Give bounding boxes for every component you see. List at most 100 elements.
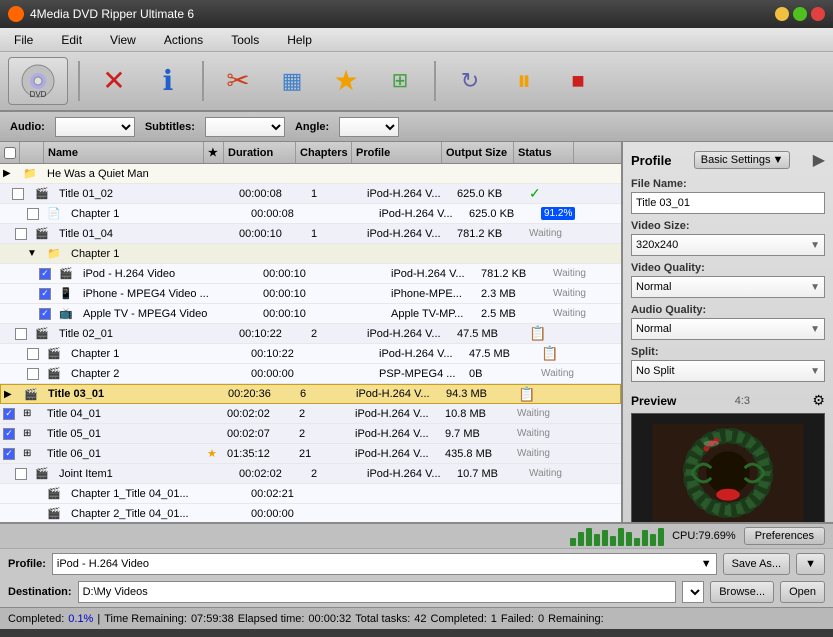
table-row[interactable]: 🎬 Chapter 1_Title 04_01... 00:02:21 [0, 484, 621, 504]
destination-select[interactable] [682, 581, 704, 603]
profile-cell [376, 244, 466, 263]
minimize-button[interactable] [775, 7, 789, 21]
size-cell: 625.0 KB [454, 184, 526, 203]
pause-button[interactable]: ⏸ [500, 57, 548, 105]
elapsed-label: Elapsed time: [238, 613, 305, 625]
expand-icon[interactable]: ▶ [4, 389, 16, 400]
settings-label: Basic Settings [701, 154, 771, 166]
col-header-duration[interactable]: Duration [224, 142, 296, 163]
remaining-label: Remaining: [548, 613, 604, 625]
table-row[interactable]: ⊞ Title 06_01 ★ 01:35:12 21 iPod-H.264 V… [0, 444, 621, 464]
row-checkbox[interactable] [3, 428, 15, 440]
close-button[interactable] [811, 7, 825, 21]
star-cell [204, 404, 224, 423]
open-button[interactable]: Open [780, 581, 825, 603]
maximize-button[interactable] [793, 7, 807, 21]
row-checkbox[interactable] [27, 368, 39, 380]
expand-icon[interactable]: ⊞ [20, 404, 44, 423]
col-header-size[interactable]: Output Size [442, 142, 514, 163]
audio-select[interactable] [55, 117, 135, 137]
table-row[interactable]: 📺 Apple TV - MPEG4 Video 00:00:10 Apple … [0, 304, 621, 324]
table-row[interactable]: ▶ 📁 He Was a Quiet Man [0, 164, 621, 184]
status-waiting: Waiting [553, 288, 586, 299]
select-all-checkbox[interactable] [4, 147, 16, 159]
file-icon: 🎬 [32, 464, 56, 483]
menu-tools[interactable]: Tools [225, 31, 265, 49]
video-quality-label: Video Quality: [631, 262, 825, 274]
table-row[interactable]: 🎬 Chapter 1 00:10:22 iPod-H.264 V... 47.… [0, 344, 621, 364]
table-row[interactable]: 📱 iPhone - MPEG4 Video ... 00:00:10 iPho… [0, 284, 621, 304]
cut-button[interactable]: ✂ [214, 57, 262, 105]
save-as-button[interactable]: Save As... [723, 553, 791, 575]
watermark-button[interactable]: ★ [322, 57, 370, 105]
add-subtitle-button[interactable]: ⊞ [376, 57, 424, 105]
chapters-cell: 6 [297, 385, 353, 403]
expand-icon[interactable]: ▼ [27, 248, 39, 259]
preferences-button[interactable]: Preferences [744, 527, 825, 545]
col-header-status[interactable]: Status [514, 142, 574, 163]
menu-file[interactable]: File [8, 31, 39, 49]
destination-input[interactable] [78, 581, 677, 603]
menu-edit[interactable]: Edit [55, 31, 88, 49]
convert-button[interactable]: ↻ [446, 57, 494, 105]
table-row[interactable]: 🎬 Title 01_04 00:00:10 1 iPod-H.264 V...… [0, 224, 621, 244]
row-checkbox[interactable] [15, 468, 27, 480]
col-header-name[interactable]: Name [44, 142, 204, 163]
row-checkbox[interactable] [3, 448, 15, 460]
file-icon: 📺 [56, 304, 80, 323]
expand-icon[interactable]: ⊞ [20, 444, 44, 463]
video-size-select[interactable]: 320x240 ▼ [631, 234, 825, 256]
profile-select[interactable]: iPod - H.264 Video ▼ [52, 553, 717, 575]
menu-view[interactable]: View [104, 31, 142, 49]
table-row[interactable]: ⊞ Title 05_01 00:02:07 2 iPod-H.264 V...… [0, 424, 621, 444]
row-checkbox[interactable] [39, 288, 51, 300]
table-row[interactable]: ▼ 📁 Chapter 1 [0, 244, 621, 264]
chapters-cell [332, 284, 388, 303]
menu-help[interactable]: Help [281, 31, 318, 49]
menu-actions[interactable]: Actions [158, 31, 209, 49]
table-row[interactable]: 🎬 iPod - H.264 Video 00:00:10 iPod-H.264… [0, 264, 621, 284]
row-checkbox[interactable] [3, 408, 15, 420]
split-select[interactable]: No Split ▼ [631, 360, 825, 382]
col-header-chapters[interactable]: Chapters [296, 142, 352, 163]
row-checkbox[interactable] [15, 228, 27, 240]
star-cell [205, 385, 225, 403]
row-checkbox[interactable] [39, 268, 51, 280]
browse-button[interactable]: Browse... [710, 581, 774, 603]
dvd-button[interactable]: DVD [8, 57, 68, 105]
subtitles-select[interactable] [205, 117, 285, 137]
dropdown-arrow-icon: ▼ [810, 324, 820, 335]
info-button[interactable]: ℹ [144, 57, 192, 105]
row-checkbox[interactable] [39, 308, 51, 320]
table-row[interactable]: 🎬 Chapter 2 00:00:00 PSP-MPEG4 ... 0B Wa… [0, 364, 621, 384]
audio-quality-select[interactable]: Normal ▼ [631, 318, 825, 340]
table-row[interactable]: 🎬 Title 02_01 00:10:22 2 iPod-H.264 V...… [0, 324, 621, 344]
remove-button[interactable]: ✕ [90, 57, 138, 105]
col-header-profile[interactable]: Profile [352, 142, 442, 163]
effect-button[interactable]: ▦ [268, 57, 316, 105]
preview-options-icon[interactable]: ⚙ [812, 392, 825, 409]
forward-icon[interactable]: ▶ [813, 150, 825, 170]
duration-cell: 00:00:08 [248, 204, 320, 223]
video-quality-value: Normal [636, 281, 671, 293]
table-row[interactable]: 📄 Chapter 1 00:00:08 iPod-H.264 V... 625… [0, 204, 621, 224]
table-row[interactable]: ⊞ Title 04_01 00:02:02 2 iPod-H.264 V...… [0, 404, 621, 424]
expand-icon[interactable]: ▶ [3, 168, 15, 179]
status-cell: 📋 [515, 385, 575, 403]
row-checkbox[interactable] [12, 188, 24, 200]
row-checkbox[interactable] [15, 328, 27, 340]
row-checkbox[interactable] [27, 208, 39, 220]
angle-select[interactable] [339, 117, 399, 137]
expand-icon[interactable]: ⊞ [20, 424, 44, 443]
row-checkbox[interactable] [27, 348, 39, 360]
chapter-icon: 🎬 [44, 504, 68, 522]
save-as-dropdown-button[interactable]: ▼ [796, 553, 825, 575]
table-row[interactable]: 🎬 Joint Item1 00:02:02 2 iPod-H.264 V...… [0, 464, 621, 484]
file-list[interactable]: Name ★ Duration Chapters Profile Output … [0, 142, 623, 522]
video-quality-select[interactable]: Normal ▼ [631, 276, 825, 298]
stop-button[interactable]: ■ [554, 57, 602, 105]
basic-settings-button[interactable]: Basic Settings ▼ [694, 151, 791, 169]
table-row[interactable]: ▶ 🎬 Title 03_01 00:20:36 6 iPod-H.264 V.… [0, 384, 621, 404]
table-row[interactable]: 🎬 Title 01_02 00:00:08 1 iPod-H.264 V...… [0, 184, 621, 204]
table-row[interactable]: 🎬 Chapter 2_Title 04_01... 00:00:00 [0, 504, 621, 522]
